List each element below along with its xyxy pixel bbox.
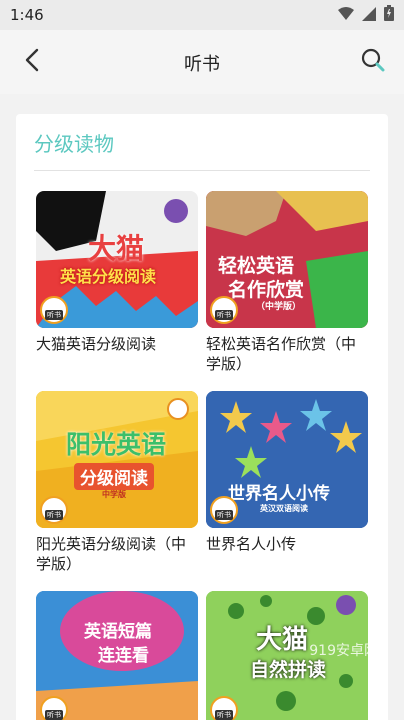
search-button[interactable] [358, 47, 388, 77]
status-time: 1:46 [10, 6, 44, 24]
headphones-icon: 听书 [210, 696, 238, 720]
cover-subtitle: 连连看 [98, 646, 149, 666]
book-title: 大猫英语分级阅读 [36, 335, 157, 353]
cover-note: 中学版 [102, 490, 126, 499]
book-cover: 阳光英语 分级阅读 中学版 听书 [36, 391, 198, 528]
cover-title: 阳光英语 [66, 430, 167, 459]
cover-title: 世界名人小传 [228, 484, 330, 504]
cover-note: （中学版） [256, 302, 302, 312]
cover-subtitle: 分级阅读 [74, 463, 154, 490]
divider [34, 170, 370, 171]
battery-icon [384, 5, 394, 25]
status-bar: 1:46 [0, 0, 404, 30]
headphones-icon: 听书 [40, 696, 68, 720]
content-card: 分级读物 大猫 英语分级阅读 听书 大猫英语分级阅读 轻松英语 名作欣赏 （中学… [16, 114, 388, 720]
cover-title: 英语短篇 [84, 622, 152, 642]
cover-subtitle: 英汉双语阅读 [260, 504, 308, 513]
cover-subtitle: 英语分级阅读 [60, 267, 157, 286]
cover-title: 大猫 [88, 232, 145, 265]
book-item[interactable]: 大猫 英语分级阅读 听书 大猫英语分级阅读 [36, 191, 198, 354]
book-cover: 大猫 英语分级阅读 听书 [36, 191, 198, 328]
section-title: 分级读物 [34, 132, 114, 156]
page-title: 听书 [184, 54, 220, 75]
book-item[interactable]: 阳光英语 分级阅读 中学版 听书 阳光英语分级阅读（中学版） [36, 391, 198, 574]
headphones-icon: 听书 [40, 496, 68, 524]
cover-title: 大猫 [256, 625, 309, 655]
book-title: 阳光英语分级阅读（中学版） [36, 535, 187, 573]
book-title: 世界名人小传 [206, 535, 297, 553]
headphones-icon: 听书 [210, 296, 238, 324]
book-item[interactable]: 轻松英语 名作欣赏 （中学版） 听书 轻松英语名作欣赏（中学版） [206, 191, 368, 374]
cover-title: 轻松英语 [218, 255, 295, 277]
status-icons [338, 5, 394, 25]
book-cover: 轻松英语 名作欣赏 （中学版） 听书 [206, 191, 368, 328]
book-title: 轻松英语名作欣赏（中学版） [206, 335, 357, 373]
watermark: 919安卓网 [309, 643, 378, 659]
book-cover: 英语短篇 连连看 听书 [36, 591, 198, 720]
book-cover: 世界名人小传 英汉双语阅读 听书 [206, 391, 368, 528]
wifi-icon [338, 6, 354, 25]
signal-icon [362, 6, 376, 25]
book-item[interactable]: 英语短篇 连连看 听书 [36, 591, 198, 720]
headphones-icon: 听书 [210, 496, 238, 524]
search-icon [360, 47, 386, 77]
cover-subtitle: 名作欣赏 [228, 279, 305, 301]
app-bar: 听书 [0, 30, 404, 94]
headphones-icon: 听书 [40, 296, 68, 324]
book-item[interactable]: 世界名人小传 英汉双语阅读 听书 世界名人小传 [206, 391, 368, 554]
